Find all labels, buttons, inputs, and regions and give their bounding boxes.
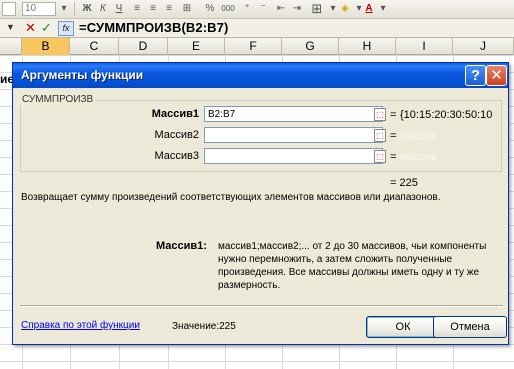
thousands-icon[interactable]: 000 — [219, 2, 237, 16]
cancel-formula-icon[interactable]: ✕ — [25, 20, 36, 36]
percent-icon[interactable]: % — [203, 2, 217, 16]
formula-result: = 225 — [390, 177, 418, 189]
increase-decimal-icon[interactable]: ⁺ — [240, 2, 254, 16]
merge-center-icon[interactable]: ⊞ — [180, 2, 194, 16]
column-header-h[interactable]: H — [339, 38, 396, 55]
align-right-icon[interactable]: ≡ — [162, 2, 176, 16]
column-header-g[interactable]: G — [282, 38, 339, 55]
enter-formula-icon[interactable]: ✓ — [41, 20, 52, 36]
decrease-indent-icon[interactable]: ⇤ — [274, 2, 288, 16]
column-header-j[interactable]: J — [453, 38, 514, 55]
decrease-decimal-icon[interactable]: ⁻ — [256, 2, 270, 16]
corner-arrow — [0, 38, 22, 55]
collapse-dialog-icon[interactable]: ⬚ — [374, 129, 386, 142]
column-header-e[interactable]: E — [168, 38, 225, 55]
formula-text[interactable]: =СУММПРОИЗВ(B2:B7) — [79, 20, 228, 35]
function-name-label: СУММПРОИЗВ — [20, 94, 96, 105]
dialog-titlebar[interactable]: Аргументы функции ? ✕ — [13, 63, 508, 88]
arg2-input[interactable] — [204, 127, 383, 143]
help-icon[interactable]: ? — [465, 65, 486, 86]
dialog-title: Аргументы функции — [21, 68, 144, 82]
collapse-dialog-icon[interactable]: ⬚ — [374, 108, 386, 121]
function-arguments-dialog: Аргументы функции ? ✕ СУММПРОИЗВ Массив1… — [12, 62, 509, 345]
column-header-b[interactable]: B — [22, 38, 70, 55]
column-headers: B C D E F G H I J — [0, 38, 514, 55]
column-header-f[interactable]: F — [225, 38, 282, 55]
arg3-result: массив — [400, 151, 437, 163]
formula-bar: ▼ ✕ ✓ fx =СУММПРОИЗВ(B2:B7) — [0, 19, 514, 38]
align-center-icon[interactable]: ≡ — [146, 2, 160, 16]
chevron-down-icon[interactable]: ▾ — [57, 2, 71, 16]
ok-button[interactable]: ОК — [366, 316, 440, 338]
font-size-dropdown[interactable]: 10 — [22, 2, 56, 16]
arg1-label: Массив1 — [151, 108, 199, 120]
toolbar-separator — [74, 2, 75, 16]
namebox-dropdown-icon[interactable]: ▼ — [6, 22, 15, 32]
font-name-dropdown[interactable] — [2, 2, 16, 16]
collapse-dialog-icon[interactable]: ⬚ — [374, 150, 386, 163]
divider — [20, 305, 503, 307]
formula-value: Значение:225 — [172, 321, 236, 332]
function-description: Возвращает сумму произведений соответств… — [21, 192, 441, 203]
insert-function-icon[interactable]: fx — [58, 21, 74, 36]
column-header-c[interactable]: C — [70, 38, 119, 55]
close-icon[interactable]: ✕ — [486, 65, 507, 86]
arg3-equals: = — [390, 151, 397, 163]
arg1-result: {10:15:20:30:50:10 — [400, 109, 493, 121]
arg3-label: Массив3 — [154, 150, 199, 162]
cancel-button[interactable]: Отмена — [433, 316, 507, 338]
bold-icon[interactable]: Ж — [80, 2, 94, 16]
formatting-toolbar: 10 ▾ Ж К Ч ≡ ≡ ≡ ⊞ % 000 ⁺ ⁻ ⇤ ⇥ ⊞ ▾ ◈ ▾… — [0, 0, 514, 19]
arg2-equals: = — [390, 130, 397, 142]
font-size-value: 10 — [25, 3, 37, 14]
increase-indent-icon[interactable]: ⇥ — [290, 2, 304, 16]
font-color-icon[interactable]: A — [362, 2, 376, 16]
borders-icon[interactable]: ⊞ — [310, 2, 324, 16]
function-help-link[interactable]: Справка по этой функции — [21, 320, 140, 331]
align-left-icon[interactable]: ≡ — [130, 2, 144, 16]
fill-color-icon[interactable]: ◈ — [338, 2, 352, 16]
arg1-input[interactable] — [204, 106, 383, 122]
arg2-result: массив — [400, 130, 437, 142]
arg-help-text: массив1;массив2;... от 2 до 30 массивов,… — [218, 241, 487, 291]
underline-icon[interactable]: Ч — [112, 2, 126, 16]
italic-icon[interactable]: К — [96, 2, 110, 16]
arg-help-label: Массив1: — [156, 240, 207, 252]
chevron-down-icon[interactable]: ▾ — [376, 2, 390, 16]
column-header-d[interactable]: D — [119, 38, 168, 55]
column-header-i[interactable]: I — [396, 38, 453, 55]
arg2-label: Массив2 — [154, 129, 199, 141]
arg3-input[interactable] — [204, 148, 383, 164]
arg1-equals: = — [390, 109, 397, 121]
